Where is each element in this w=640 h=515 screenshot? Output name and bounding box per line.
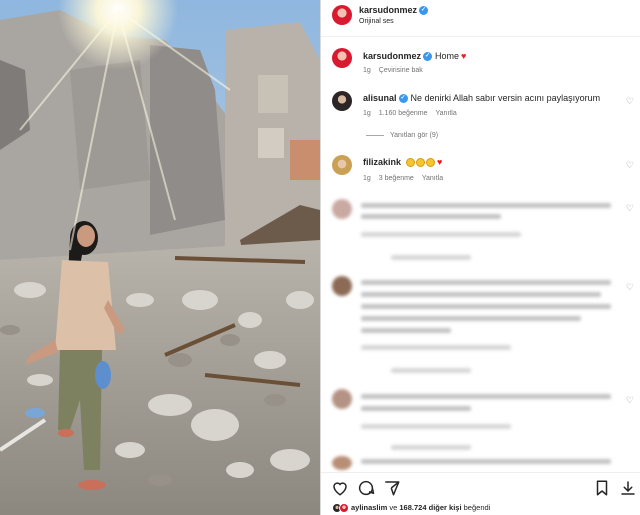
blurred-avatar bbox=[332, 456, 352, 470]
post-media[interactable] bbox=[0, 0, 320, 515]
blurred-avatar bbox=[332, 389, 352, 409]
comment-icon[interactable] bbox=[357, 479, 375, 497]
blurred-text bbox=[361, 459, 611, 464]
heart-icon[interactable]: ♡ bbox=[626, 395, 634, 406]
worried-face-emoji-icon bbox=[416, 158, 426, 168]
post-photo bbox=[0, 0, 320, 515]
liked-by-user[interactable]: aylinaslim bbox=[351, 503, 387, 512]
red-heart-emoji-icon: ♥ bbox=[461, 51, 467, 61]
blurred-text bbox=[361, 424, 511, 429]
liked-word: beğendi bbox=[463, 503, 491, 512]
liked-by-line: aylinaslim ve 168.724 diğer kişi beğendi bbox=[351, 503, 490, 512]
blurred-text bbox=[361, 214, 501, 219]
blurred-text bbox=[361, 203, 611, 208]
blurred-text bbox=[361, 394, 611, 399]
comment-line: filizakink ♥ bbox=[363, 157, 443, 168]
verified-icon: ✓ bbox=[398, 94, 408, 104]
action-bar bbox=[321, 472, 640, 502]
heart-icon[interactable]: ♡ bbox=[626, 160, 634, 171]
bookmark-icon[interactable] bbox=[593, 479, 611, 497]
audio-label[interactable]: Orijinal ses bbox=[359, 18, 394, 25]
comment-time: 1g bbox=[363, 110, 371, 117]
blurred-text bbox=[361, 304, 611, 309]
comment-text: Ne denirki Allah sabır versin acını payl… bbox=[410, 93, 601, 103]
blurred-text bbox=[361, 232, 521, 237]
verified-icon: ✓ bbox=[419, 6, 429, 16]
comment-author[interactable]: alisunal bbox=[363, 93, 397, 103]
blurred-text bbox=[361, 316, 581, 321]
blurred-text bbox=[391, 368, 471, 373]
caption-line: karsudonmez ✓ Home ♥ bbox=[363, 51, 467, 62]
blurred-text bbox=[391, 255, 471, 260]
likes-count[interactable]: 168.724 bbox=[399, 503, 426, 512]
view-replies-text[interactable]: Yanıtları gör (9) bbox=[390, 132, 438, 139]
reply-button[interactable]: Yanıtla bbox=[435, 110, 456, 117]
comment-line: alisunal ✓ Ne denirki Allah sabır versin a… bbox=[363, 93, 601, 104]
replies-line bbox=[366, 134, 384, 136]
comment-avatar-alisunal[interactable] bbox=[332, 91, 352, 111]
author-avatar[interactable] bbox=[332, 5, 352, 25]
blurred-text bbox=[391, 445, 471, 450]
comment-meta: 1g 3 beğenme Yanıtla bbox=[363, 175, 451, 182]
share-icon[interactable] bbox=[383, 479, 401, 497]
comment-likes[interactable]: 3 beğenme bbox=[379, 175, 414, 182]
comment-likes[interactable]: 1.160 beğenme bbox=[379, 110, 428, 117]
caption-avatar[interactable] bbox=[332, 48, 352, 68]
worried-face-emoji-icon bbox=[406, 158, 416, 168]
blurred-text bbox=[361, 406, 471, 411]
view-replies-button[interactable]: Yanıtları gör (9) bbox=[366, 132, 438, 139]
likes-others[interactable]: diğer kişi bbox=[429, 503, 462, 512]
comment-avatar-filizakink[interactable] bbox=[332, 155, 352, 175]
liked-by-and: ve bbox=[389, 503, 398, 512]
download-icon[interactable] bbox=[619, 479, 637, 497]
emoji-group: ♥ bbox=[405, 157, 443, 168]
caption-text: Home bbox=[435, 51, 460, 61]
blurred-text bbox=[361, 345, 511, 350]
blurred-avatar bbox=[332, 199, 352, 219]
comment-meta: 1g 1.160 beğenme Yanıtla bbox=[363, 110, 465, 117]
heart-icon[interactable] bbox=[331, 479, 349, 497]
blurred-text bbox=[361, 328, 451, 333]
reply-button[interactable]: Yanıtla bbox=[422, 175, 443, 182]
caption-author[interactable]: karsudonmez bbox=[363, 51, 421, 61]
caption-time: 1g bbox=[363, 67, 371, 74]
author-username-text[interactable]: karsudonmez bbox=[359, 5, 417, 15]
heart-icon[interactable]: ♡ bbox=[626, 282, 634, 293]
blurred-text bbox=[361, 292, 601, 297]
author-username[interactable]: karsudonmez ✓ bbox=[359, 5, 429, 16]
blurred-avatar bbox=[332, 276, 352, 296]
comment-time: 1g bbox=[363, 175, 371, 182]
heart-icon[interactable]: ♡ bbox=[626, 203, 634, 214]
comment-author[interactable]: filizakink bbox=[363, 157, 401, 167]
heart-icon[interactable]: ♡ bbox=[626, 96, 634, 107]
blurred-text bbox=[361, 280, 611, 285]
translate-link[interactable]: Çevirisine bak bbox=[379, 67, 423, 74]
liker-avatar[interactable] bbox=[339, 503, 349, 513]
verified-icon: ✓ bbox=[423, 52, 433, 62]
worried-face-emoji-icon bbox=[426, 158, 436, 168]
header-divider bbox=[321, 36, 640, 37]
red-heart-emoji-icon: ♥ bbox=[437, 157, 443, 167]
post-panel: karsudonmez ✓ Orijinal ses karsudonmez ✓ Ho… bbox=[320, 0, 640, 515]
caption-meta: 1g Çevirisine bak bbox=[363, 67, 431, 74]
